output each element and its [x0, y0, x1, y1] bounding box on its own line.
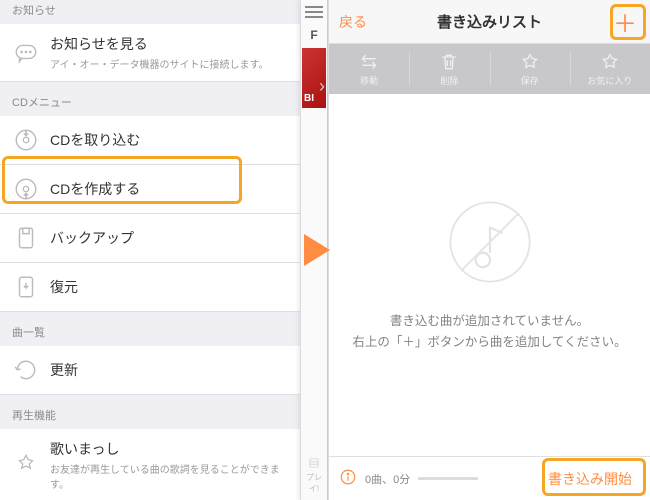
track-count: 0曲、0分: [365, 471, 410, 487]
chevron-right-icon: ›: [319, 76, 325, 97]
start-write-button[interactable]: 書き込み開始: [540, 463, 640, 495]
lyrics-icon: [12, 451, 40, 479]
row-title: 更新: [50, 360, 288, 380]
peek-footer: プレイ!: [301, 456, 327, 494]
row-restore[interactable]: 復元: [0, 263, 300, 312]
row-cd-create[interactable]: CDを作成する: [0, 165, 300, 214]
row-sub: お友達が再生している曲の歌詞を見ることができます。: [50, 461, 288, 491]
write-list-screen: 戻る 書き込みリスト ＋ 移動 削除 保存 お気に入り: [328, 0, 650, 500]
toolbar-save[interactable]: 保存: [490, 44, 570, 94]
refresh-icon: [12, 356, 40, 384]
toolbar-move[interactable]: 移動: [329, 44, 409, 94]
empty-line1: 書き込む曲が追加されていません。: [390, 314, 589, 328]
section-header-notice: お知らせ: [0, 0, 300, 24]
row-title: 復元: [50, 277, 288, 297]
disc-placeholder-icon: [445, 197, 535, 287]
back-button[interactable]: 戻る: [339, 12, 367, 32]
page-title: 書き込みリスト: [437, 11, 542, 32]
row-backup[interactable]: バックアップ: [0, 214, 300, 263]
empty-state: 書き込む曲が追加されていません。 右上の「＋」ボタンから曲を追加してください。: [329, 94, 650, 456]
navbar: 戻る 書き込みリスト ＋: [329, 0, 650, 44]
letter-index: F: [310, 28, 317, 42]
empty-line2: 右上の「＋」ボタンから曲を追加してください。: [352, 335, 626, 349]
row-title: CDを取り込む: [50, 130, 288, 150]
toolbar-delete[interactable]: 削除: [409, 44, 489, 94]
arrow-next-icon: [302, 232, 332, 273]
row-title: 歌いまっし: [50, 439, 288, 459]
row-lyrics[interactable]: 歌いまっし お友達が再生している曲の歌詞を見ることができます。: [0, 429, 300, 500]
row-refresh[interactable]: 更新: [0, 346, 300, 395]
cd-create-icon: [12, 175, 40, 203]
progress-bar: [418, 477, 478, 480]
section-header-cdmenu: CDメニュー: [0, 82, 300, 116]
sidebar: お知らせ お知らせを見る アイ・オー・データ機器のサイトに接続します。 CDメニ…: [0, 0, 300, 500]
backup-icon: [12, 224, 40, 252]
row-sub: アイ・オー・データ機器のサイトに接続します。: [50, 56, 288, 71]
section-header-songs: 曲一覧: [0, 312, 300, 346]
info-icon[interactable]: [339, 468, 357, 489]
row-notice[interactable]: お知らせを見る アイ・オー・データ機器のサイトに接続します。: [0, 24, 300, 82]
add-button[interactable]: ＋: [610, 4, 640, 39]
section-header-playback: 再生機能: [0, 395, 300, 429]
hamburger-icon[interactable]: [305, 6, 323, 18]
restore-icon: [12, 273, 40, 301]
row-title: お知らせを見る: [50, 34, 288, 54]
row-title: CDを作成する: [50, 179, 288, 199]
row-title: バックアップ: [50, 228, 288, 248]
toolbar: 移動 削除 保存 お気に入り: [329, 44, 650, 94]
cd-import-icon: [12, 126, 40, 154]
footer: 0曲、0分 書き込み開始: [329, 456, 650, 500]
toolbar-favorite[interactable]: お気に入り: [570, 44, 650, 94]
row-cd-import[interactable]: CDを取り込む: [0, 116, 300, 165]
speech-icon: [12, 39, 40, 67]
